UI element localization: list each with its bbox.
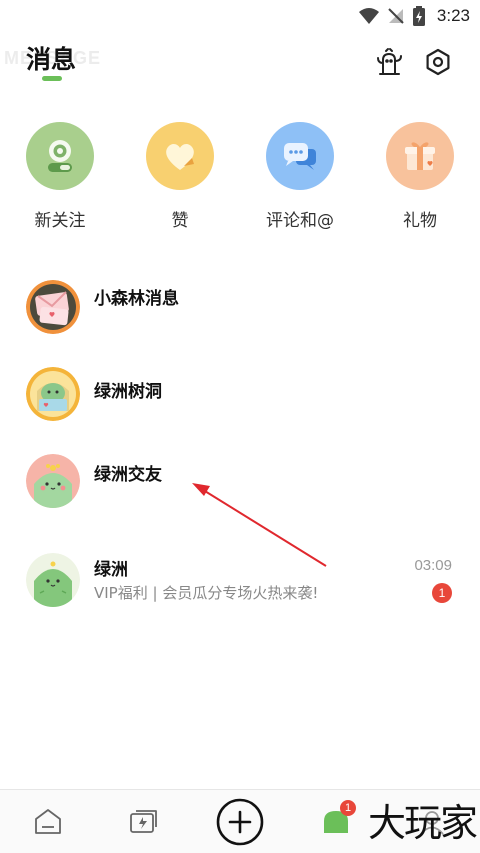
gift-icon bbox=[386, 122, 454, 190]
wifi-icon bbox=[358, 8, 379, 24]
nav-messages[interactable]: 1 bbox=[306, 790, 366, 853]
quick-action-label: 赞 bbox=[171, 211, 189, 231]
comment-icon bbox=[266, 122, 334, 190]
page-header: MESSAGE 消息 bbox=[0, 32, 480, 88]
page-title: 消息 bbox=[26, 45, 77, 74]
quick-action-likes[interactable]: 赞 bbox=[125, 122, 235, 231]
status-time: 3:23 bbox=[436, 6, 470, 25]
flash-card-icon bbox=[130, 810, 157, 833]
brand-watermark: 大玩家 bbox=[367, 801, 478, 845]
status-icons: 3:23 bbox=[358, 6, 470, 26]
quick-action-comments[interactable]: 评论和@ bbox=[245, 122, 355, 231]
quick-action-label: 礼物 bbox=[403, 211, 437, 231]
message-preview: VIP福利 | 会员瓜分专场火热来袭! bbox=[94, 584, 319, 602]
no-signal-icon bbox=[388, 8, 404, 24]
new-follow-icon bbox=[26, 122, 94, 190]
quick-actions: 新关注 赞 评论和@ 礼物 bbox=[0, 122, 480, 232]
settings-button[interactable] bbox=[422, 46, 454, 78]
cactus-friends-icon bbox=[377, 48, 402, 75]
nav-feed[interactable] bbox=[114, 790, 174, 853]
annotation-arrow bbox=[192, 483, 327, 567]
nav-message-badge: 1 bbox=[340, 800, 356, 816]
nav-add-button[interactable] bbox=[210, 790, 270, 853]
quick-action-gifts[interactable]: 礼物 bbox=[365, 122, 475, 231]
plus-icon bbox=[216, 798, 264, 846]
avatar bbox=[26, 553, 80, 607]
home-icon bbox=[35, 809, 61, 834]
avatar bbox=[26, 454, 80, 508]
unread-badge: 1 bbox=[432, 583, 452, 603]
message-list: 小森林消息 绿洲树洞 绿洲交友 绿洲 VIP福利 | 会员瓜分专场火热来袭! 0… bbox=[0, 268, 480, 640]
message-item-treehole[interactable]: 绿洲树洞 bbox=[0, 361, 480, 454]
heart-icon bbox=[146, 122, 214, 190]
quick-action-label: 评论和@ bbox=[266, 211, 334, 231]
message-title: 小森林消息 bbox=[94, 289, 179, 309]
avatar bbox=[26, 367, 80, 421]
battery-icon bbox=[412, 6, 425, 26]
message-title: 绿洲 bbox=[94, 560, 128, 580]
avatar bbox=[26, 280, 80, 334]
message-title: 绿洲交友 bbox=[94, 465, 162, 485]
find-friends-button[interactable] bbox=[374, 46, 406, 78]
status-bar: 3:23 bbox=[0, 0, 480, 32]
quick-action-new-follow[interactable]: 新关注 bbox=[5, 122, 115, 231]
nav-home[interactable] bbox=[18, 790, 78, 853]
bottom-nav: 1 大玩家 bbox=[0, 789, 480, 853]
message-item-forest[interactable]: 小森林消息 bbox=[0, 268, 480, 361]
title-underline bbox=[42, 76, 62, 81]
quick-action-label: 新关注 bbox=[34, 211, 86, 231]
gear-icon bbox=[426, 48, 450, 76]
message-time: 03:09 bbox=[414, 557, 452, 574]
message-title: 绿洲树洞 bbox=[94, 382, 162, 402]
